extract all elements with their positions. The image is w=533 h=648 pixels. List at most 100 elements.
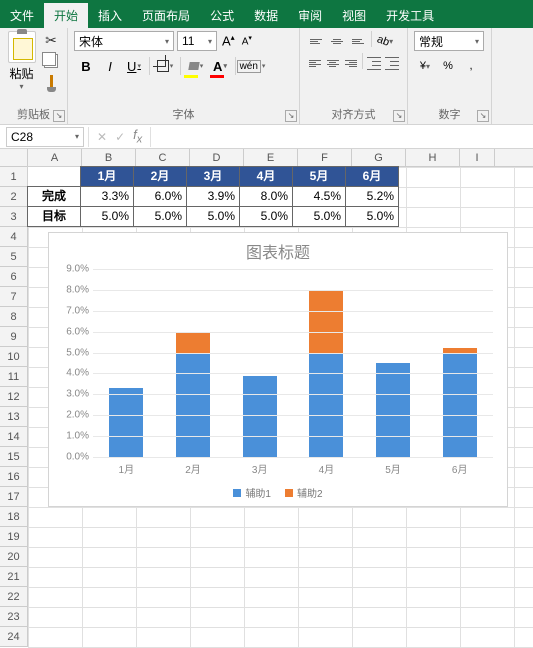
row-header[interactable]: 14 xyxy=(0,427,27,447)
dialog-launcher-icon[interactable]: ↘ xyxy=(285,110,297,122)
row-header[interactable]: 18 xyxy=(0,507,27,527)
col-header[interactable]: F xyxy=(298,149,352,166)
row-header[interactable]: 4 xyxy=(0,227,27,247)
row-header[interactable]: 21 xyxy=(0,567,27,587)
row-header[interactable]: 23 xyxy=(0,607,27,627)
italic-button[interactable]: I xyxy=(98,55,122,77)
table-cell[interactable]: 3.9% xyxy=(186,186,240,207)
row-header[interactable]: 24 xyxy=(0,627,27,647)
percent-button[interactable]: % xyxy=(437,55,459,77)
bar[interactable] xyxy=(443,348,477,457)
table-cell[interactable]: 5.2% xyxy=(345,186,399,207)
row-header[interactable]: 12 xyxy=(0,387,27,407)
underline-button[interactable]: U▾ xyxy=(122,55,146,77)
col-header[interactable]: C xyxy=(136,149,190,166)
row-header[interactable]: 7 xyxy=(0,287,27,307)
table-header-cell[interactable]: 3月 xyxy=(186,166,240,187)
table-row-label[interactable]: 完成 xyxy=(27,186,81,207)
font-color-button[interactable]: A▾ xyxy=(208,55,232,77)
table-cell[interactable]: 5.0% xyxy=(133,206,187,227)
col-header[interactable]: I xyxy=(460,149,495,166)
tab-0[interactable]: 文件 xyxy=(0,3,44,28)
increase-indent-button[interactable] xyxy=(384,53,401,73)
table-cell[interactable]: 3.3% xyxy=(80,186,134,207)
table-row-label[interactable]: 目标 xyxy=(27,206,81,227)
dialog-launcher-icon[interactable]: ↘ xyxy=(53,110,65,122)
row-header[interactable]: 22 xyxy=(0,587,27,607)
row-header[interactable]: 8 xyxy=(0,307,27,327)
table-header-cell[interactable]: 1月 xyxy=(80,166,134,187)
row-header[interactable]: 17 xyxy=(0,487,27,507)
tab-1[interactable]: 开始 xyxy=(44,3,88,28)
comma-button[interactable]: , xyxy=(460,55,482,77)
row-header[interactable]: 10 xyxy=(0,347,27,367)
bar[interactable] xyxy=(376,363,410,457)
table-cell[interactable]: 5.0% xyxy=(345,206,399,227)
tab-5[interactable]: 数据 xyxy=(244,3,288,28)
table-cell[interactable]: 5.0% xyxy=(80,206,134,227)
col-header[interactable]: G xyxy=(352,149,406,166)
row-header[interactable]: 19 xyxy=(0,527,27,547)
align-left-button[interactable] xyxy=(306,53,323,73)
row-header[interactable]: 5 xyxy=(0,247,27,267)
col-header[interactable]: A xyxy=(28,149,82,166)
tab-7[interactable]: 视图 xyxy=(332,3,376,28)
number-format-select[interactable]: 常规▾ xyxy=(414,31,484,51)
bold-button[interactable]: B xyxy=(74,55,98,77)
col-header[interactable]: H xyxy=(406,149,460,166)
chart[interactable]: 图表标题 1月2月3月4月5月6月 0.0%1.0%2.0%3.0%4.0%5.… xyxy=(48,232,508,507)
table-header-cell[interactable]: 4月 xyxy=(239,166,293,187)
dialog-launcher-icon[interactable]: ↘ xyxy=(477,110,489,122)
row-header[interactable]: 2 xyxy=(0,187,27,207)
copy-button[interactable] xyxy=(41,52,61,70)
paste-dropdown-icon[interactable]: ▾ xyxy=(6,82,37,91)
table-cell[interactable]: 6.0% xyxy=(133,186,187,207)
decrease-font-button[interactable]: A▾ xyxy=(240,34,254,47)
align-top-button[interactable] xyxy=(306,31,326,51)
cut-button[interactable]: ✂ xyxy=(41,31,61,49)
col-header[interactable]: E xyxy=(244,149,298,166)
align-middle-button[interactable] xyxy=(327,31,347,51)
tab-3[interactable]: 页面布局 xyxy=(132,3,200,28)
cells-area[interactable]: 1月2月3月4月5月6月完成3.3%6.0%3.9%8.0%4.5%5.2%目标… xyxy=(28,167,533,647)
align-center-button[interactable] xyxy=(324,53,341,73)
increase-font-button[interactable]: A▴ xyxy=(220,33,237,48)
cell[interactable] xyxy=(27,166,81,187)
orientation-button[interactable]: ab▾ xyxy=(375,31,395,51)
row-header[interactable]: 15 xyxy=(0,447,27,467)
font-name-select[interactable]: 宋体▾ xyxy=(74,31,174,51)
currency-button[interactable]: ¥▾ xyxy=(414,55,436,77)
bar[interactable] xyxy=(243,376,277,457)
select-all-corner[interactable] xyxy=(0,149,28,166)
table-cell[interactable]: 5.0% xyxy=(292,206,346,227)
phonetic-button[interactable]: wén▾ xyxy=(239,55,263,77)
dialog-launcher-icon[interactable]: ↘ xyxy=(393,110,405,122)
row-header[interactable]: 6 xyxy=(0,267,27,287)
table-cell[interactable]: 8.0% xyxy=(239,186,293,207)
table-cell[interactable]: 5.0% xyxy=(239,206,293,227)
col-header[interactable]: B xyxy=(82,149,136,166)
fx-icon[interactable]: fx xyxy=(133,127,142,146)
table-cell[interactable]: 5.0% xyxy=(186,206,240,227)
paste-button[interactable]: 粘贴 ▾ xyxy=(6,31,37,91)
row-header[interactable]: 11 xyxy=(0,367,27,387)
fill-color-button[interactable]: ▾ xyxy=(184,55,208,77)
tab-8[interactable]: 开发工具 xyxy=(376,3,444,28)
formula-input[interactable] xyxy=(150,127,533,147)
tab-4[interactable]: 公式 xyxy=(200,3,244,28)
row-header[interactable]: 9 xyxy=(0,327,27,347)
table-header-cell[interactable]: 6月 xyxy=(345,166,399,187)
cancel-icon[interactable]: ✕ xyxy=(97,130,107,144)
tab-6[interactable]: 审阅 xyxy=(288,3,332,28)
font-size-select[interactable]: 11▾ xyxy=(177,31,217,51)
confirm-icon[interactable]: ✓ xyxy=(115,130,125,144)
format-painter-button[interactable] xyxy=(41,73,61,91)
col-header[interactable]: D xyxy=(190,149,244,166)
row-header[interactable]: 1 xyxy=(0,167,27,187)
align-bottom-button[interactable] xyxy=(348,31,368,51)
table-cell[interactable]: 4.5% xyxy=(292,186,346,207)
align-right-button[interactable] xyxy=(342,53,359,73)
row-header[interactable]: 16 xyxy=(0,467,27,487)
bar[interactable] xyxy=(109,388,143,457)
tab-2[interactable]: 插入 xyxy=(88,3,132,28)
